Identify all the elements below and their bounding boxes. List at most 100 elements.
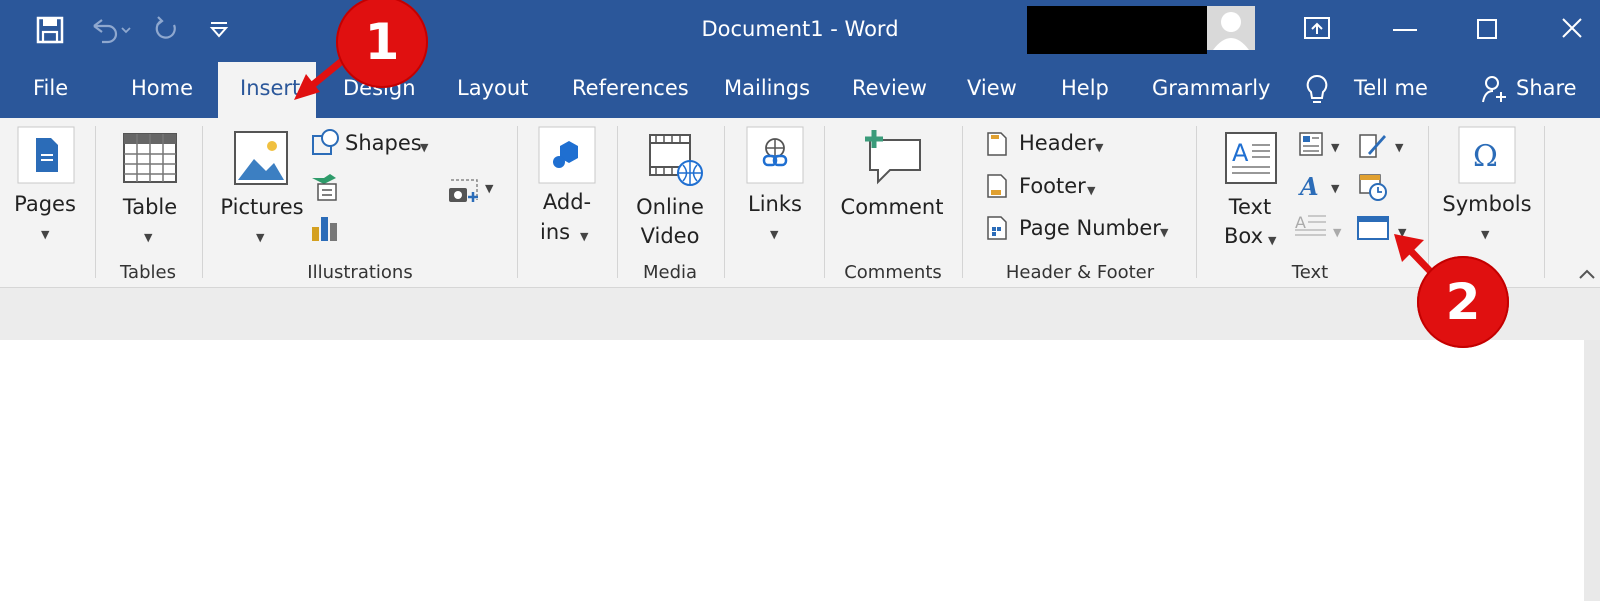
annotation-callout-2: 2	[1417, 256, 1509, 348]
group-label-illustrations: Illustrations	[307, 262, 413, 283]
pictures-button[interactable]: Pictures	[220, 195, 304, 219]
symbols-button[interactable]: Symbols	[1440, 192, 1534, 216]
group-label-text: Text	[1291, 262, 1329, 283]
page-number-button[interactable]: Page Number	[1019, 216, 1161, 240]
quick-parts-dropdown-icon[interactable]: ▼	[1331, 141, 1339, 154]
pages-button[interactable]: Pages	[13, 192, 77, 216]
object-icon[interactable]	[1356, 215, 1390, 241]
comment-icon[interactable]	[862, 126, 924, 186]
tab-layout[interactable]: Layout	[457, 76, 528, 100]
ribbon-display-options-icon[interactable]	[1303, 16, 1331, 40]
tell-me-search[interactable]: Tell me	[1354, 76, 1428, 100]
svg-text:A: A	[1298, 172, 1319, 198]
avatar[interactable]	[1207, 6, 1255, 50]
group-separator	[95, 126, 96, 278]
group-separator	[1196, 126, 1197, 278]
signature-line-dropdown-icon[interactable]: ▼	[1395, 141, 1403, 154]
text-box-button[interactable]: Text	[1212, 195, 1288, 219]
shapes-dropdown-icon[interactable]: ▼	[420, 141, 428, 154]
tab-grammarly[interactable]: Grammarly	[1152, 76, 1270, 100]
symbols-dropdown-icon[interactable]: ▼	[1481, 228, 1489, 241]
window-title: Document1 - Word	[701, 17, 899, 41]
pictures-icon[interactable]	[234, 131, 288, 185]
table-icon[interactable]	[123, 133, 177, 183]
group-separator	[617, 126, 618, 278]
wordart-dropdown-icon[interactable]: ▼	[1331, 182, 1339, 195]
page-number-dropdown-icon[interactable]: ▼	[1160, 226, 1168, 239]
links-button[interactable]: Links	[740, 192, 810, 216]
redacted-account-name	[1027, 6, 1207, 54]
symbols-icon[interactable]: Ω	[1458, 126, 1516, 184]
addins-dropdown-icon[interactable]: ▼	[580, 230, 588, 243]
group-label-header-footer: Header & Footer	[1005, 262, 1155, 283]
annotation-callout-1: 1	[336, 0, 428, 88]
share-person-icon	[1482, 76, 1506, 103]
text-box-icon[interactable]: A	[1224, 131, 1278, 185]
tab-review[interactable]: Review	[852, 76, 927, 100]
group-separator	[824, 126, 825, 278]
table-dropdown-icon[interactable]: ▼	[144, 231, 152, 244]
text-box-dropdown-icon[interactable]: ▼	[1268, 234, 1276, 247]
header-dropdown-icon[interactable]: ▼	[1095, 141, 1103, 154]
online-video-button[interactable]: Online	[630, 195, 710, 219]
tab-references[interactable]: References	[572, 76, 689, 100]
group-separator	[1544, 126, 1545, 278]
tab-file[interactable]: File	[33, 76, 68, 100]
addins-icon[interactable]	[538, 126, 596, 184]
online-video-icon[interactable]	[648, 133, 704, 187]
shapes-button[interactable]: Shapes	[345, 131, 422, 155]
pages-icon[interactable]	[17, 126, 75, 184]
date-time-icon[interactable]	[1358, 172, 1388, 202]
share-button[interactable]: Share	[1516, 76, 1577, 100]
tab-mailings[interactable]: Mailings	[724, 76, 810, 100]
header-button[interactable]: Header	[1019, 131, 1095, 155]
links-icon[interactable]	[746, 126, 804, 184]
user-icon	[1213, 12, 1249, 50]
close-icon[interactable]	[1560, 16, 1584, 40]
document-canvas-background	[0, 288, 1600, 340]
screenshot-icon[interactable]	[447, 178, 481, 206]
group-label-media: Media	[642, 262, 698, 283]
document-page[interactable]	[0, 340, 1584, 601]
online-video-label-line2[interactable]: Video	[630, 224, 710, 248]
footer-button[interactable]: Footer	[1019, 174, 1086, 198]
links-dropdown-icon[interactable]: ▼	[770, 228, 778, 241]
vertical-scrollbar[interactable]	[1584, 340, 1600, 601]
header-icon[interactable]	[986, 131, 1008, 157]
svg-text:A: A	[1232, 139, 1249, 167]
chart-icon[interactable]	[310, 213, 340, 243]
group-separator	[962, 126, 963, 278]
group-label-tables: Tables	[120, 262, 176, 283]
tab-home[interactable]: Home	[131, 76, 193, 100]
group-label-comments: Comments	[844, 262, 942, 283]
shapes-icon[interactable]	[310, 128, 340, 158]
text-box-label-line2[interactable]: Box	[1224, 224, 1263, 248]
svg-text:Ω: Ω	[1473, 139, 1498, 174]
svg-text:A: A	[1295, 213, 1306, 232]
table-button[interactable]: Table	[115, 195, 185, 219]
addins-label-line2[interactable]: ins	[540, 220, 570, 244]
group-separator	[517, 126, 518, 278]
minimize-icon[interactable]	[1393, 28, 1417, 32]
page-number-icon[interactable]	[986, 215, 1008, 241]
footer-icon[interactable]	[986, 173, 1008, 199]
tab-view[interactable]: View	[967, 76, 1017, 100]
group-separator	[724, 126, 725, 278]
addins-button[interactable]: Add-	[532, 190, 602, 214]
maximize-icon[interactable]	[1476, 18, 1498, 40]
signature-line-icon[interactable]	[1358, 131, 1388, 159]
drop-cap-dropdown-icon: ▼	[1333, 226, 1342, 239]
smartart-icon[interactable]	[310, 172, 340, 202]
quick-parts-icon[interactable]	[1298, 131, 1324, 157]
group-separator	[202, 126, 203, 278]
drop-cap-icon: A	[1295, 213, 1326, 236]
tab-help[interactable]: Help	[1061, 76, 1109, 100]
footer-dropdown-icon[interactable]: ▼	[1087, 184, 1095, 197]
pages-dropdown-icon[interactable]: ▼	[41, 228, 49, 241]
wordart-icon[interactable]: A	[1298, 172, 1324, 198]
comment-button[interactable]: Comment	[840, 195, 944, 219]
screenshot-dropdown-icon[interactable]: ▼	[485, 182, 493, 195]
collapse-ribbon-icon[interactable]	[1578, 268, 1596, 280]
pictures-dropdown-icon[interactable]: ▼	[256, 231, 264, 244]
lightbulb-icon	[1306, 74, 1328, 103]
